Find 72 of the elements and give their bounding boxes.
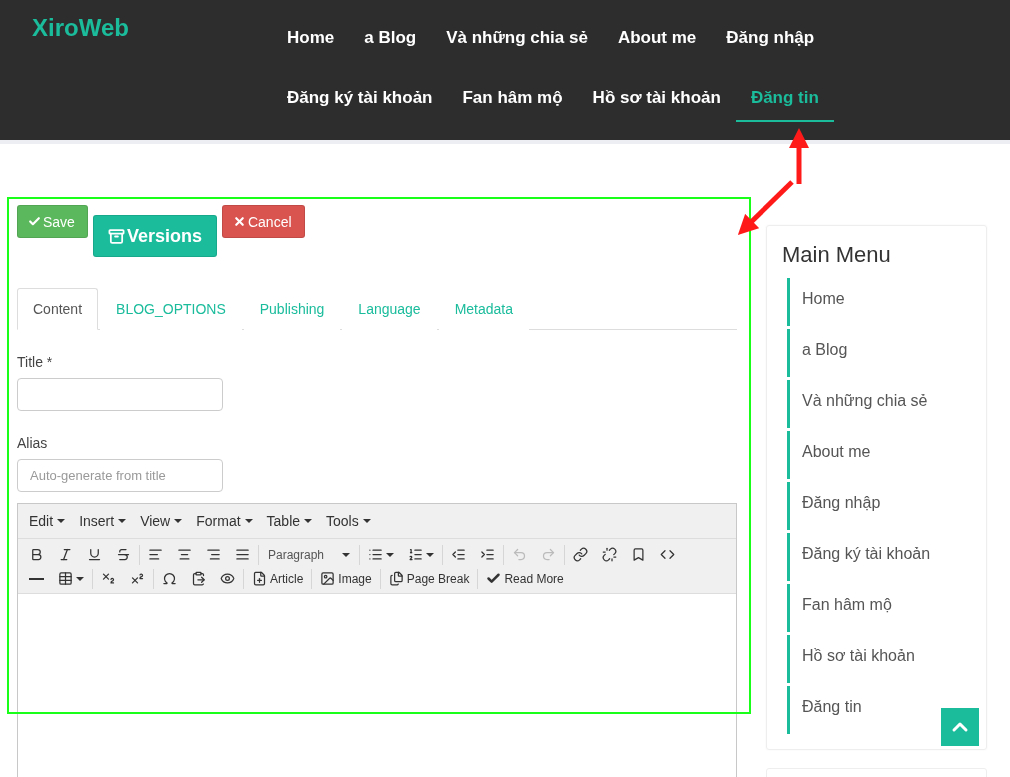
image-button[interactable]: Image [313, 566, 379, 591]
table-icon [58, 571, 73, 586]
nav-link[interactable]: Đăng ký tài khoản [272, 78, 448, 122]
archive-icon [107, 227, 125, 245]
editor-menu[interactable]: Edit [22, 513, 73, 529]
caret-icon [386, 552, 394, 557]
cancel-button[interactable]: Cancel [221, 205, 305, 238]
horizontal-rule-icon [29, 577, 44, 580]
bullet-list-icon [368, 547, 383, 562]
editor-menu[interactable]: Table [259, 513, 320, 529]
check-icon [28, 215, 41, 228]
sidebar-link[interactable]: Đăng ký tài khoản [787, 533, 931, 581]
sidebar-link[interactable]: Đăng nhập [787, 482, 881, 530]
sidebar-link[interactable]: Và những chia sẻ [787, 380, 928, 428]
nav-link[interactable]: About me [602, 18, 712, 62]
sidebar-link[interactable]: Home [787, 278, 845, 326]
read-more-button[interactable]: Read More [479, 566, 571, 591]
nav-link[interactable]: a Blog [349, 18, 432, 62]
bookmark-icon [631, 547, 646, 562]
sidebar-link[interactable]: Hồ sơ tài khoản [787, 635, 915, 683]
underline-icon [87, 547, 102, 562]
image-icon [320, 571, 336, 586]
indent-icon [480, 547, 495, 562]
code-icon [660, 547, 675, 562]
nav-link[interactable]: Hồ sơ tài khoản [577, 78, 736, 122]
files-icon [388, 571, 404, 586]
sidebar-link[interactable]: Fan hâm mộ [787, 584, 892, 632]
unlink-icon [602, 547, 617, 562]
subscript-icon [101, 571, 116, 586]
title-input[interactable] [17, 378, 223, 411]
editor-menu[interactable]: View [133, 513, 190, 529]
article-button[interactable]: Article [245, 566, 311, 591]
numbered-list-icon [408, 547, 423, 562]
nav-link[interactable]: Và những chia sẻ [431, 18, 603, 62]
align-center-icon [177, 547, 192, 562]
align-left-icon [148, 547, 163, 562]
caret-icon [426, 552, 434, 557]
paste-icon [191, 571, 206, 586]
redo-icon [541, 547, 556, 562]
site-logo[interactable]: XiroWeb [0, 0, 272, 140]
undo-icon [512, 547, 527, 562]
sidebar-title: Main Menu [782, 242, 892, 268]
nav-link[interactable]: Fan hâm mộ [447, 78, 578, 122]
bold-icon [29, 547, 44, 562]
editor-menu[interactable]: Insert [72, 513, 134, 529]
editor-menu[interactable]: Format [189, 513, 260, 529]
italic-icon [58, 547, 73, 562]
preview-icon [220, 571, 235, 586]
block-format-select[interactable]: Paragraph [260, 547, 358, 562]
alias-input[interactable]: Auto-generate from title [17, 459, 223, 492]
field-label: Alias [17, 435, 49, 451]
close-icon [232, 215, 246, 228]
sidebar-link[interactable]: Đăng tin [787, 686, 862, 734]
sidebar-link[interactable]: About me [787, 431, 871, 479]
link-icon [573, 547, 588, 562]
nav-link[interactable]: Home [272, 18, 350, 62]
outdent-icon [451, 547, 466, 562]
sidebar-link[interactable]: a Blog [787, 329, 848, 377]
align-justify-icon [235, 547, 250, 562]
strikethrough-icon [116, 547, 131, 562]
nav-link[interactable]: Đăng nhập [711, 18, 830, 62]
tab[interactable]: Content [17, 288, 99, 330]
caret-icon [76, 576, 84, 581]
special-character-icon [162, 571, 177, 586]
field-label: Title * [17, 354, 54, 370]
nav-link[interactable]: Đăng tin [735, 78, 834, 122]
editor-menu[interactable]: Tools [319, 513, 378, 529]
check-icon [486, 571, 502, 586]
page-break-button[interactable]: Page Break [381, 566, 477, 591]
align-right-icon [206, 547, 221, 562]
superscript-icon [130, 571, 145, 586]
file-plus-icon [252, 571, 267, 586]
